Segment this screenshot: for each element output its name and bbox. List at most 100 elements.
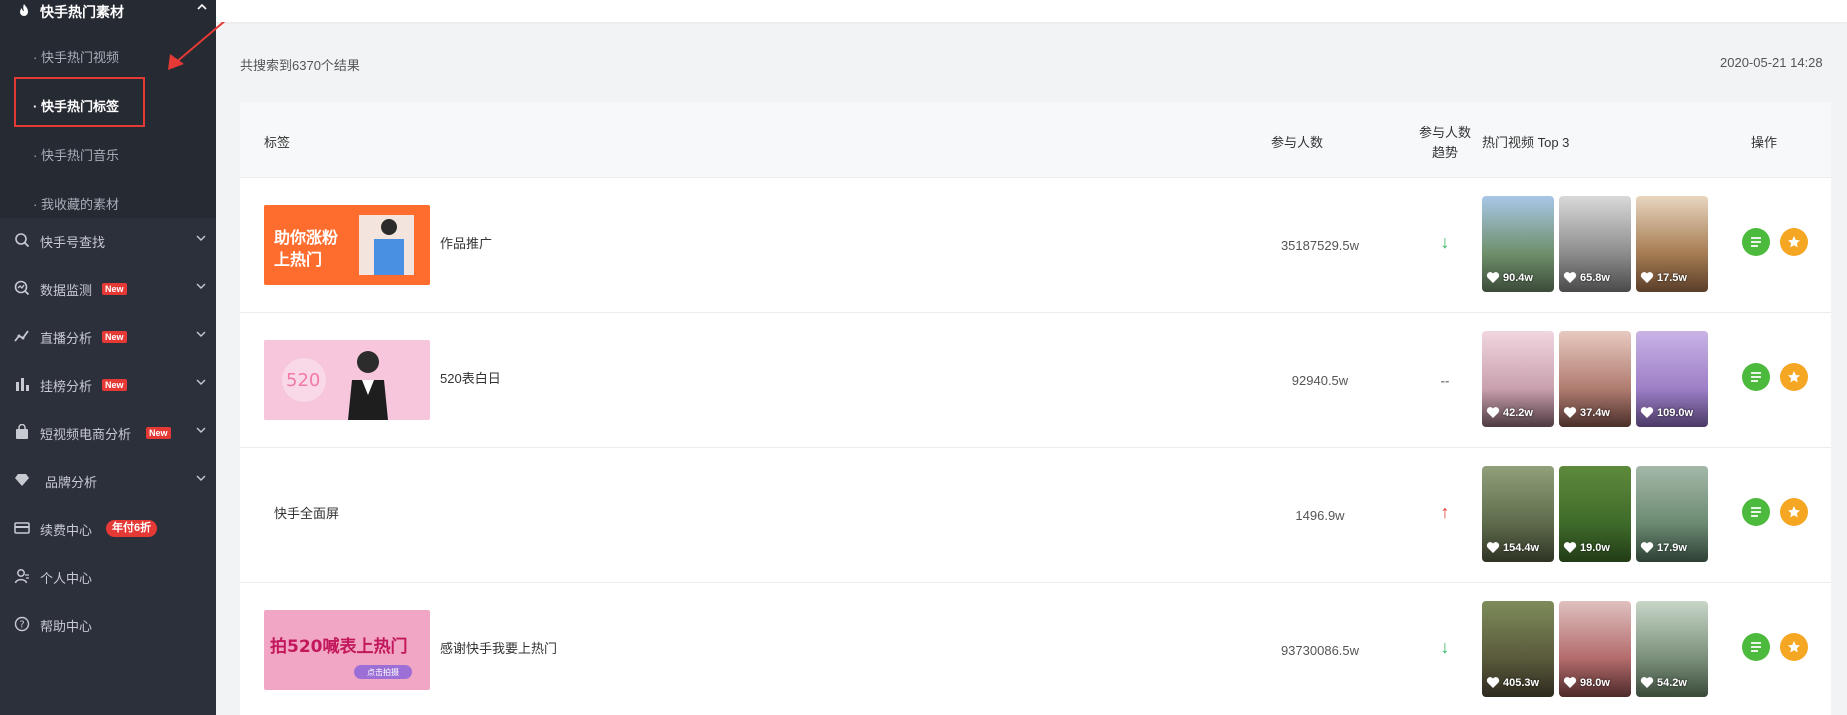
tag-thumbnail-art: 拍520喊表上热门 点击拍摄 (264, 610, 430, 690)
favorite-button[interactable] (1780, 498, 1808, 526)
fire-icon (20, 4, 28, 16)
video-likes: 98.0w (1563, 676, 1610, 689)
sidebar-section-title: 快手热门素材 (40, 4, 124, 20)
result-count: 共搜索到6370个结果 (240, 58, 360, 73)
tags-table: 标签 参与人数 参与人数 趋势 热门视频 Top 3 操作 助你涨粉 上热门 作… (240, 102, 1831, 715)
tag-thumbnail[interactable]: 助你涨粉 上热门 (264, 205, 430, 285)
likes-count: 42.2w (1503, 406, 1533, 419)
likes-count: 109.0w (1657, 406, 1694, 419)
details-button[interactable] (1742, 363, 1770, 391)
participant-count: 93730086.5w (1280, 643, 1360, 658)
table-row: 快手全面屏 1496.9w ↑ 154.4w 19.0w 17.9w (240, 448, 1831, 583)
tag-name[interactable]: 作品推广 (440, 233, 492, 252)
promo-badge: 年付6折 (106, 520, 158, 537)
video-thumbnail[interactable]: 154.4w (1482, 466, 1554, 562)
tag-name[interactable]: 520表白日 (440, 368, 501, 387)
favorite-button[interactable] (1780, 228, 1808, 256)
new-badge: New (102, 331, 127, 343)
sidebar-item-label: 挂榜分析 (40, 379, 93, 394)
help-icon: ? (14, 616, 30, 632)
thumb-text: 助你涨粉 (274, 228, 338, 247)
sidebar-item-label: 快手号查找 (40, 235, 106, 250)
heart-icon (1563, 407, 1577, 418)
top-videos: 90.4w 65.8w 17.5w (1482, 196, 1722, 294)
submenu-item-hot-music[interactable]: · 快手热门音乐 (33, 145, 119, 164)
video-likes: 65.8w (1563, 271, 1610, 284)
video-thumbnail[interactable]: 90.4w (1482, 196, 1554, 292)
tag-name[interactable]: 感谢快手我要上热门 (440, 638, 557, 657)
chevron-down-icon (196, 235, 206, 241)
table-row: 520 520表白日 92940.5w -- 42.2w 37.4w 109.0… (240, 313, 1831, 448)
sidebar-item-label: 个人中心 (40, 571, 93, 586)
video-thumbnail[interactable]: 54.2w (1636, 601, 1708, 697)
sidebar-item-label: 帮助中心 (40, 619, 93, 634)
list-icon (1751, 642, 1761, 652)
header-participants: 参与人数 (1271, 135, 1324, 150)
new-badge: New (102, 283, 127, 295)
video-thumbnail[interactable]: 19.0w (1559, 466, 1631, 562)
video-likes: 37.4w (1563, 406, 1610, 419)
sidebar-item-data-monitor[interactable]: 数据监测 New (0, 268, 216, 308)
likes-count: 405.3w (1503, 676, 1540, 689)
star-icon (1788, 641, 1800, 653)
video-thumbnail[interactable]: 405.3w (1482, 601, 1554, 697)
sidebar-item-live-analysis[interactable]: 直播分析 New (0, 316, 216, 356)
row-actions (1742, 633, 1812, 663)
tag-thumbnail-art: 助你涨粉 上热门 (264, 205, 430, 285)
sidebar-item-account-search[interactable]: 快手号查找 (0, 220, 216, 260)
top-videos: 154.4w 19.0w 17.9w (1482, 466, 1722, 564)
new-badge: New (102, 379, 127, 391)
video-thumbnail[interactable]: 98.0w (1559, 601, 1631, 697)
svg-text:?: ? (19, 620, 24, 631)
heart-icon (1486, 407, 1500, 418)
likes-count: 19.0w (1580, 541, 1610, 554)
heart-icon (1640, 542, 1654, 553)
heart-icon (1563, 272, 1577, 283)
likes-count: 98.0w (1580, 676, 1610, 689)
sidebar-item-renewal-center[interactable]: 续费中心 年付6折 (0, 508, 216, 548)
top-videos: 42.2w 37.4w 109.0w (1482, 331, 1722, 429)
heart-icon (1640, 677, 1654, 688)
video-thumbnail[interactable]: 17.9w (1636, 466, 1708, 562)
details-button[interactable] (1742, 498, 1770, 526)
thumb-text: 上热门 (274, 250, 322, 269)
user-icon (14, 569, 29, 584)
tag-thumbnail[interactable]: 拍520喊表上热门 点击拍摄 (264, 610, 430, 690)
chevron-down-icon (196, 283, 206, 289)
video-likes: 42.2w (1486, 406, 1533, 419)
header-top-videos: 热门视频 Top 3 (1482, 135, 1570, 150)
video-thumbnail[interactable]: 109.0w (1636, 331, 1708, 427)
video-thumbnail[interactable]: 65.8w (1559, 196, 1631, 292)
favorite-button[interactable] (1780, 363, 1808, 391)
chevron-up-icon (197, 3, 207, 10)
sidebar-item-label: 续费中心 (40, 523, 93, 538)
thumb-text: 520 (286, 370, 320, 391)
chevron-down-icon (196, 427, 206, 433)
video-thumbnail[interactable]: 42.2w (1482, 331, 1554, 427)
line-chart-icon (14, 330, 29, 342)
monitor-icon (14, 280, 30, 296)
tag-thumbnail[interactable]: 520 (264, 340, 430, 420)
diamond-icon (15, 474, 29, 486)
video-thumbnail[interactable]: 17.5w (1636, 196, 1708, 292)
row-actions (1742, 363, 1812, 393)
video-thumbnail[interactable]: 37.4w (1559, 331, 1631, 427)
favorite-button[interactable] (1780, 633, 1808, 661)
heart-icon (1563, 542, 1577, 553)
sidebar-item-brand-analysis[interactable]: 品牌分析 (0, 460, 216, 500)
submenu-item-hot-videos[interactable]: · 快手热门视频 (33, 47, 119, 66)
tag-name[interactable]: 快手全面屏 (274, 503, 339, 522)
sidebar-item-label: 品牌分析 (45, 475, 98, 490)
thumb-text: 拍520喊表上热门 (270, 636, 408, 657)
details-button[interactable] (1742, 228, 1770, 256)
details-button[interactable] (1742, 633, 1770, 661)
sidebar-item-ranking-analysis[interactable]: 挂榜分析 New (0, 364, 216, 404)
likes-count: 17.5w (1657, 271, 1687, 284)
annotation-highlight-box (14, 77, 145, 127)
thumb-text: 点击拍摄 (367, 667, 399, 677)
sidebar-item-ecommerce-analysis[interactable]: 短视频电商分析 New (0, 412, 216, 452)
sidebar-item-personal-center[interactable]: 个人中心 (0, 556, 216, 596)
submenu-item-favorites[interactable]: · 我收藏的素材 (33, 194, 119, 213)
video-likes: 17.9w (1640, 541, 1687, 554)
sidebar-item-help-center[interactable]: ? 帮助中心 (0, 604, 216, 644)
